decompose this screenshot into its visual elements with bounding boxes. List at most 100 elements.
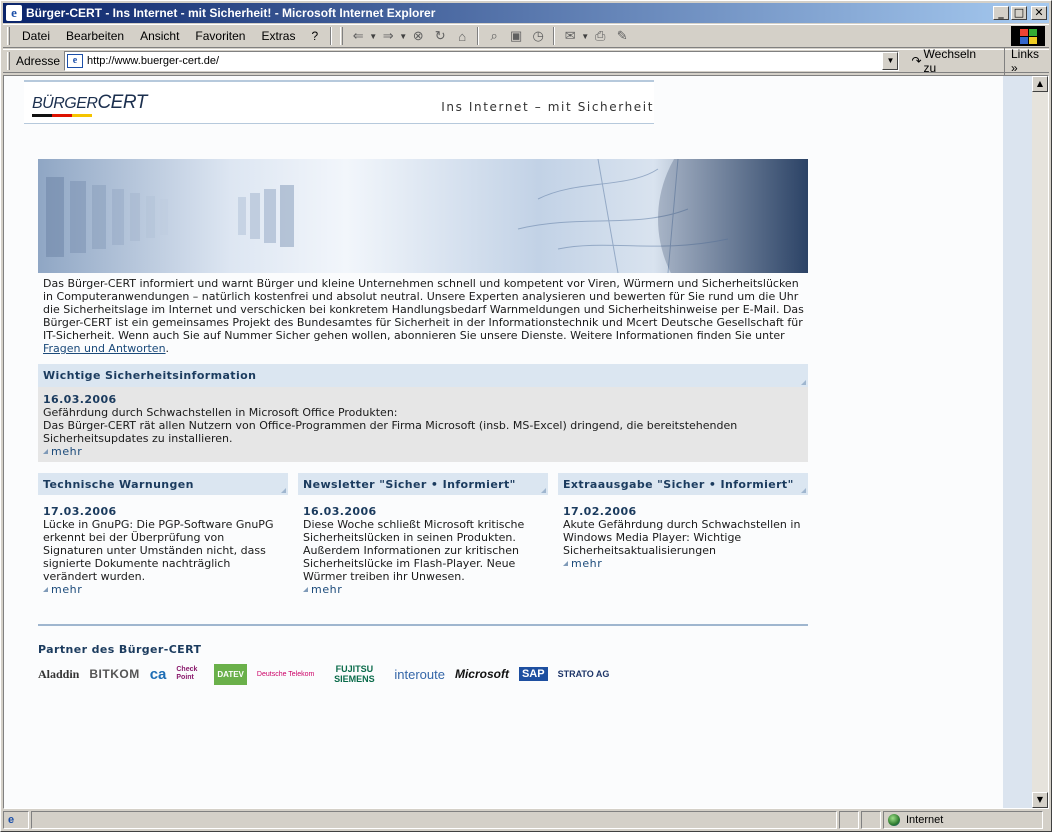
security-more-link[interactable]: mehr bbox=[43, 445, 803, 458]
forward-icon[interactable]: ⇒ bbox=[377, 26, 399, 46]
menu-favoriten[interactable]: Favoriten bbox=[187, 29, 253, 43]
stop-icon[interactable]: ⊗ bbox=[407, 26, 429, 46]
edit-icon[interactable]: ✎ bbox=[611, 26, 633, 46]
tech-warnings-more-label[interactable]: mehr bbox=[51, 583, 82, 596]
partner-logo-checkpoint[interactable]: Check Point bbox=[176, 666, 204, 682]
minimize-button[interactable]: _ bbox=[993, 6, 1009, 20]
close-button[interactable]: ✕ bbox=[1031, 6, 1047, 20]
toolbar-grip[interactable] bbox=[340, 27, 344, 45]
newsletter-heading: Newsletter "Sicher • Informiert" bbox=[298, 473, 548, 495]
title-bar[interactable]: e Bürger-CERT - Ins Internet - mit Siche… bbox=[3, 3, 1049, 23]
site-header: BÜRGERCERT Ins Internet – mit Sicherheit bbox=[24, 80, 654, 124]
status-text-cell bbox=[31, 811, 837, 829]
extra-edition-more-link[interactable]: mehr bbox=[563, 557, 803, 570]
faq-link[interactable]: Fragen und Antworten bbox=[43, 342, 166, 355]
security-heading: Wichtige Sicherheitsinformation bbox=[38, 364, 808, 387]
toolbar-grip[interactable] bbox=[7, 52, 10, 70]
address-label: Adresse bbox=[16, 54, 61, 68]
partner-logo-bitkom[interactable]: BITKOM bbox=[89, 667, 139, 681]
print-icon[interactable]: ⎙ bbox=[589, 26, 611, 46]
newsletter-body: 16.03.2006 Diese Woche schließt Microsof… bbox=[298, 495, 548, 596]
status-cell bbox=[861, 811, 881, 829]
newsletter-date: 16.03.2006 bbox=[303, 505, 377, 518]
menu-help[interactable]: ? bbox=[303, 29, 326, 43]
back-icon[interactable]: ⇐ bbox=[347, 26, 369, 46]
page-right-margin bbox=[1003, 76, 1034, 808]
address-input[interactable]: e http://www.buerger-cert.de/ ▼ bbox=[64, 51, 900, 71]
go-button[interactable]: ↷ Wechseln zu bbox=[907, 47, 996, 75]
back-dropdown-icon[interactable]: ▼ bbox=[369, 32, 377, 41]
security-title: Gefährdung durch Schwachstellen in Micro… bbox=[43, 406, 398, 419]
maximize-button[interactable]: □ bbox=[1011, 6, 1027, 20]
triangle-icon bbox=[43, 449, 48, 454]
favorites-icon[interactable]: ▣ bbox=[505, 26, 527, 46]
intro-paragraph: Das Bürger-CERT informiert und warnt Bür… bbox=[43, 277, 804, 342]
links-label: Links bbox=[1010, 47, 1039, 61]
page-icon: e bbox=[67, 54, 84, 68]
security-text: Das Bürger-CERT rät allen Nutzern von Of… bbox=[43, 419, 738, 445]
partners-heading: Partner des Bürger-CERT bbox=[38, 643, 202, 656]
menu-datei[interactable]: Datei bbox=[14, 29, 58, 43]
home-icon[interactable]: ⌂ bbox=[451, 26, 473, 46]
partner-logo-strato[interactable]: STRATO AG bbox=[558, 669, 610, 679]
site-logo[interactable]: BÜRGERCERT bbox=[32, 92, 147, 114]
menu-extras[interactable]: Extras bbox=[253, 29, 303, 43]
site-tagline: Ins Internet – mit Sicherheit bbox=[441, 100, 654, 114]
triangle-icon bbox=[43, 587, 48, 592]
security-body: 16.03.2006 Gefährdung durch Schwachstell… bbox=[38, 387, 808, 462]
mail-dropdown-icon[interactable]: ▼ bbox=[581, 32, 589, 41]
triangle-icon bbox=[303, 587, 308, 592]
logo-flag-bar bbox=[32, 114, 92, 117]
newsletter-more-label[interactable]: mehr bbox=[311, 583, 342, 596]
tech-warnings-heading: Technische Warnungen bbox=[38, 473, 288, 495]
refresh-icon[interactable]: ↻ bbox=[429, 26, 451, 46]
address-url[interactable]: http://www.buerger-cert.de/ bbox=[87, 55, 219, 67]
scroll-up-icon[interactable]: ▲ bbox=[1032, 76, 1048, 92]
tech-warnings-text: Lücke in GnuPG: Die PGP-Software GnuPG e… bbox=[43, 518, 274, 583]
toolbar-separator bbox=[330, 27, 333, 45]
banner-graphic bbox=[46, 159, 808, 273]
mail-icon[interactable]: ✉ bbox=[559, 26, 581, 46]
partner-logo-microsoft[interactable]: Microsoft bbox=[455, 667, 509, 681]
partner-logo-ca[interactable]: ca bbox=[150, 666, 167, 683]
scroll-down-icon[interactable]: ▼ bbox=[1032, 792, 1048, 808]
header-banner-image bbox=[38, 159, 808, 273]
extra-edition-body: 17.02.2006 Akute Gefährdung durch Schwac… bbox=[558, 495, 808, 570]
page-viewport: BÜRGERCERT Ins Internet – mit Sicherheit bbox=[3, 75, 1049, 809]
partner-logo-datev[interactable]: DATEV bbox=[214, 663, 247, 685]
logo-text-cert: CERT bbox=[97, 92, 147, 113]
menu-bearbeiten[interactable]: Bearbeiten bbox=[58, 29, 132, 43]
vertical-scrollbar[interactable]: ▲ ▼ bbox=[1032, 76, 1048, 808]
partner-logo-sap[interactable]: SAP bbox=[518, 667, 548, 681]
security-more-label[interactable]: mehr bbox=[51, 445, 82, 458]
forward-dropdown-icon[interactable]: ▼ bbox=[399, 32, 407, 41]
extra-edition-text: Akute Gefährdung durch Schwachstellen in… bbox=[563, 518, 801, 557]
status-cell bbox=[839, 811, 859, 829]
partner-logo-aladdin[interactable]: Aladdin bbox=[38, 667, 79, 682]
menu-bar: Datei Bearbeiten Ansicht Favoriten Extra… bbox=[3, 24, 1049, 48]
partner-logo-fujitsu-siemens[interactable]: FUJITSU SIEMENS bbox=[324, 664, 384, 684]
tech-warnings-more-link[interactable]: mehr bbox=[43, 583, 283, 596]
intro-text: Das Bürger-CERT informiert und warnt Bür… bbox=[43, 277, 809, 355]
newsletter-text: Diese Woche schließt Microsoft kritische… bbox=[303, 518, 525, 583]
security-info-box: Wichtige Sicherheitsinformation 16.03.20… bbox=[38, 364, 808, 462]
tech-warnings-column: Technische Warnungen 17.03.2006 Lücke in… bbox=[38, 473, 288, 596]
window-title: Bürger-CERT - Ins Internet - mit Sicherh… bbox=[26, 6, 436, 20]
address-bar: Adresse e http://www.buerger-cert.de/ ▼ … bbox=[3, 47, 1049, 75]
partner-logo-telekom[interactable]: Deutsche Telekom bbox=[257, 671, 314, 678]
tech-warnings-date: 17.03.2006 bbox=[43, 505, 117, 518]
menu-ansicht[interactable]: Ansicht bbox=[132, 29, 187, 43]
globe-icon bbox=[888, 814, 900, 826]
triangle-icon bbox=[563, 561, 568, 566]
go-label: Wechseln zu bbox=[923, 47, 977, 75]
history-icon[interactable]: ◷ bbox=[527, 26, 549, 46]
toolbar-grip[interactable] bbox=[7, 27, 10, 45]
partner-logo-interoute[interactable]: interoute bbox=[394, 667, 445, 682]
newsletter-more-link[interactable]: mehr bbox=[303, 583, 543, 596]
windows-logo-icon bbox=[1011, 26, 1045, 46]
address-dropdown-icon[interactable]: ▼ bbox=[882, 52, 899, 70]
extra-edition-more-label[interactable]: mehr bbox=[571, 557, 602, 570]
links-toolbar[interactable]: Links » bbox=[1003, 47, 1049, 75]
search-icon[interactable]: ⌕ bbox=[483, 26, 505, 46]
logo-text-buerger: BÜRGER bbox=[32, 95, 98, 112]
